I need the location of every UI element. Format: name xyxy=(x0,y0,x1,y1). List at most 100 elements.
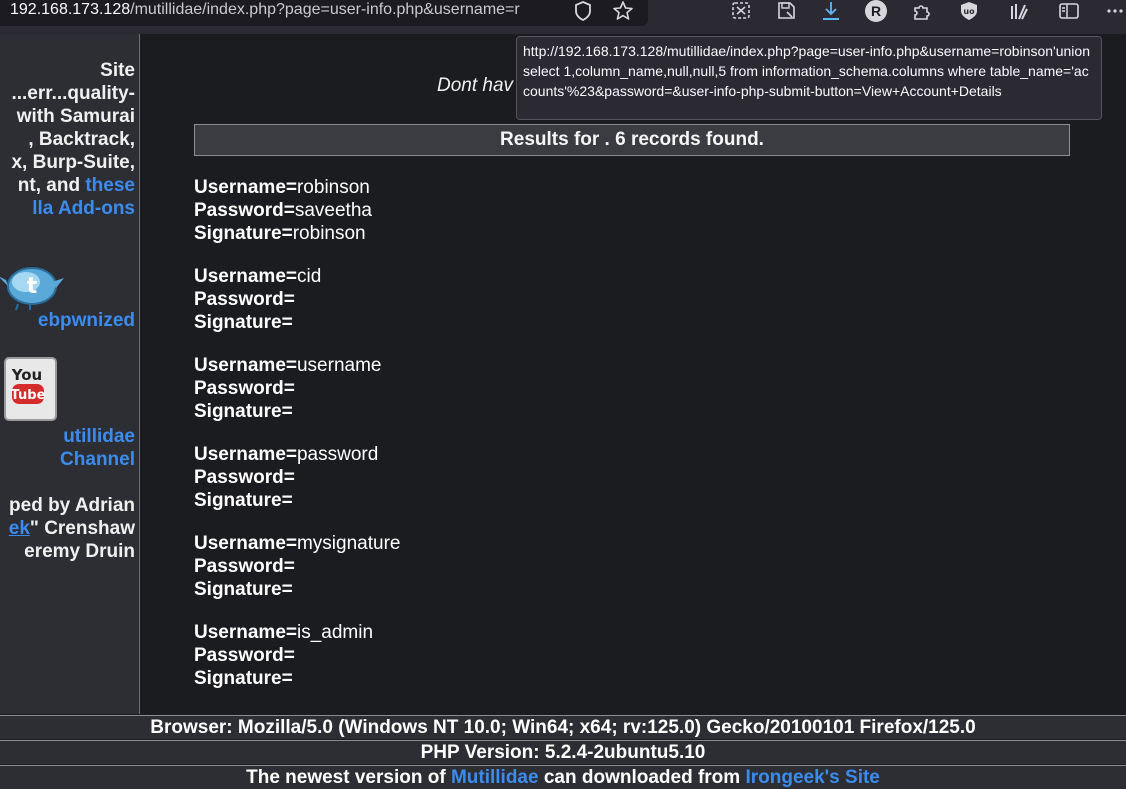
these-link[interactable]: these xyxy=(85,175,135,196)
record-signature-label: Signature= xyxy=(194,401,293,422)
record-username-value: username xyxy=(296,355,382,376)
sidebar-icon[interactable] xyxy=(1058,0,1080,22)
record-password-line: Password= xyxy=(194,377,400,400)
record-username-value: password xyxy=(296,444,379,465)
record-username-label: Username= xyxy=(194,533,297,554)
sidebar-line: x, Burp-Suite, xyxy=(11,152,135,173)
screenshot-icon[interactable] xyxy=(730,0,752,22)
dont-have-text: Dont hav xyxy=(437,75,514,96)
record-password-label: Password= xyxy=(194,289,295,310)
record-password-line: Password=saveetha xyxy=(194,199,400,222)
credits-line-text: " Crenshaw xyxy=(29,518,135,539)
record-username-label: Username= xyxy=(194,266,297,287)
results-header: Results for . 6 records found. xyxy=(194,124,1070,156)
main-content: Dont hav Results for . 6 records found. … xyxy=(140,34,1126,714)
library-icon[interactable] xyxy=(1008,0,1030,22)
record-password-line: Password= xyxy=(194,555,400,578)
twitter-link[interactable]: ebpwnized xyxy=(38,309,135,332)
svg-text:uo: uo xyxy=(963,7,975,16)
record-password-line: Password= xyxy=(194,644,400,667)
php-version: PHP Version: 5.2.4-2ubuntu5.10 xyxy=(0,740,1126,764)
record-username-label: Username= xyxy=(194,444,297,465)
ublock-icon[interactable]: uo xyxy=(958,0,980,22)
svg-text:Tube: Tube xyxy=(11,388,46,403)
record-username-value: is_admin xyxy=(296,622,374,643)
more-icon[interactable] xyxy=(1104,0,1126,22)
addons-link[interactable]: lla Add-ons xyxy=(11,197,135,220)
star-icon[interactable] xyxy=(612,0,634,22)
record-username-label: Username= xyxy=(194,177,297,198)
browser-info: Browser: Mozilla/5.0 (Windows NT 10.0; W… xyxy=(0,715,1126,739)
credits-line: eremy Druin xyxy=(24,541,135,562)
record-entry: Username=is_admin Password= Signature= xyxy=(194,621,400,690)
record-signature-value: robinson xyxy=(292,223,366,244)
record-signature-label: Signature= xyxy=(194,490,293,511)
newest-middle: can downloaded from xyxy=(538,767,746,788)
sidebar-line: nt, and these xyxy=(11,174,135,197)
irongeek-site-link[interactable]: Irongeek's Site xyxy=(745,767,879,788)
record-signature-line: Signature= xyxy=(194,667,400,690)
save-pocket-icon[interactable] xyxy=(775,0,797,22)
record-entry: Username=password Password= Signature= xyxy=(194,443,400,512)
record-signature-label: Signature= xyxy=(194,223,293,244)
account-avatar[interactable]: R xyxy=(865,0,887,22)
record-password-label: Password= xyxy=(194,645,295,666)
url-text[interactable]: 192.168.173.128/mutillidae/index.php?pag… xyxy=(10,1,562,19)
credits-text: ped by Adrian ek" Crenshaw eremy Druin xyxy=(9,494,135,563)
sidebar-line: ...err...quality- xyxy=(11,83,135,104)
url-path: /mutillidae/index.php?page=user-info.php… xyxy=(130,1,520,18)
newest-prefix: The newest version of xyxy=(246,767,451,788)
record-password-label: Password= xyxy=(194,200,295,221)
record-entry: Username=mysignature Password= Signature= xyxy=(194,532,400,601)
irongeek-credit-link[interactable]: ek xyxy=(9,518,30,539)
sidebar-intro-text: Site ...err...quality- with Samurai , Ba… xyxy=(11,59,135,220)
record-username-line: Username=mysignature xyxy=(194,532,400,555)
youtube-icon[interactable]: You Tube xyxy=(3,356,58,422)
shield-icon[interactable] xyxy=(572,0,594,22)
record-entry: Username=username Password= Signature= xyxy=(194,354,400,423)
record-username-label: Username= xyxy=(194,622,297,643)
record-username-line: Username=password xyxy=(194,443,400,466)
record-signature-label: Signature= xyxy=(194,312,293,333)
youtube-channel-link[interactable]: utillidae Channel xyxy=(60,425,135,471)
svg-text:You: You xyxy=(11,366,42,384)
record-entry: Username=cid Password= Signature= xyxy=(194,265,400,334)
sidebar-line: Site xyxy=(100,60,135,81)
credits-line: ped by Adrian xyxy=(9,495,135,516)
extensions-icon[interactable] xyxy=(910,0,932,22)
sidebar-line: , Backtrack, xyxy=(28,129,135,150)
record-signature-label: Signature= xyxy=(194,579,293,600)
record-entry: Username=robinson Password=saveetha Signat… xyxy=(194,176,400,245)
browser-toolbar: 192.168.173.128/mutillidae/index.php?pag… xyxy=(0,0,1126,34)
record-password-value: saveetha xyxy=(294,200,372,221)
youtube-line: utillidae xyxy=(63,426,135,447)
record-password-label: Password= xyxy=(194,556,295,577)
twitter-bird-icon[interactable]: t xyxy=(0,260,68,312)
page-content: Site ...err...quality- with Samurai , Ba… xyxy=(0,34,1126,789)
record-password-label: Password= xyxy=(194,378,295,399)
mutillidae-link[interactable]: Mutillidae xyxy=(451,767,539,788)
download-icon[interactable] xyxy=(820,0,842,22)
records-list: Username=robinson Password=saveetha Signat… xyxy=(194,176,400,710)
record-password-line: Password= xyxy=(194,288,400,311)
record-username-line: Username=username xyxy=(194,354,400,377)
record-username-value: cid xyxy=(296,266,322,287)
record-username-label: Username= xyxy=(194,355,297,376)
record-username-line: Username=cid xyxy=(194,265,400,288)
url-bar[interactable]: 192.168.173.128/mutillidae/index.php?pag… xyxy=(0,0,648,26)
record-username-line: Username=robinson xyxy=(194,176,400,199)
record-signature-line: Signature= xyxy=(194,400,400,423)
sidebar: Site ...err...quality- with Samurai , Ba… xyxy=(0,34,140,714)
url-host: 192.168.173.128 xyxy=(10,1,131,18)
record-password-label: Password= xyxy=(194,467,295,488)
link-tooltip: http://192.168.173.128/mutillidae/index.… xyxy=(516,36,1102,120)
svg-text:t: t xyxy=(27,274,38,299)
record-signature-line: Signature=robinson xyxy=(194,222,400,245)
record-password-line: Password= xyxy=(194,466,400,489)
record-signature-line: Signature= xyxy=(194,311,400,334)
record-signature-line: Signature= xyxy=(194,578,400,601)
youtube-line: Channel xyxy=(60,449,135,470)
sidebar-line-text: nt, and xyxy=(17,175,86,196)
footer: Browser: Mozilla/5.0 (Windows NT 10.0; W… xyxy=(0,714,1126,789)
record-signature-line: Signature= xyxy=(194,489,400,512)
